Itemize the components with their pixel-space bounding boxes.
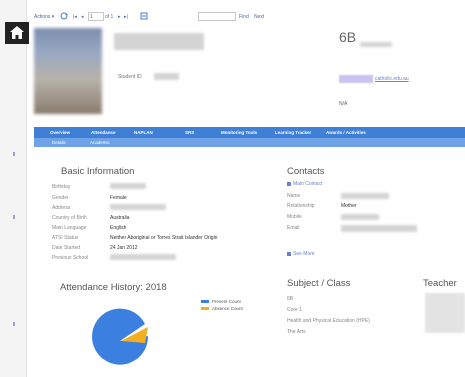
next-page-button[interactable]: ▸: [118, 14, 121, 20]
first-page-button[interactable]: |◂: [73, 14, 77, 20]
tab-srs[interactable]: SRS: [185, 130, 194, 135]
contact-name-redacted: [341, 193, 389, 199]
legend-present-label: Present Count: [212, 299, 241, 304]
sidebar-marker: [13, 322, 15, 326]
mobile-redacted: [341, 214, 379, 220]
email-label: Email: [287, 225, 300, 231]
export-icon[interactable]: [140, 12, 148, 22]
main-contact-link[interactable]: Main Contact: [293, 181, 322, 187]
home-button[interactable]: [5, 22, 29, 44]
student-photo: [34, 28, 102, 114]
legend-absence-label: Absence Count: [212, 306, 243, 311]
contact-card-icon: [287, 182, 291, 186]
home-icon: [10, 26, 24, 39]
subject-item: Core 1: [287, 307, 303, 313]
attendance-pie-chart: [92, 308, 149, 365]
class-detail-redacted: [360, 42, 392, 47]
attendance-title: Attendance History: 2018: [60, 282, 167, 293]
language-value: English: [110, 225, 127, 231]
date-started-value: 24 Jan 2012: [110, 245, 138, 251]
gender-value: Female: [110, 195, 127, 201]
previous-school-redacted: [110, 254, 176, 260]
class-name: 6B: [339, 29, 357, 45]
subject-item: 6B: [287, 296, 294, 302]
email-redacted: [339, 75, 373, 83]
find-link[interactable]: Find: [239, 14, 249, 20]
tab-awards-activities[interactable]: Awards / Activities: [326, 130, 366, 135]
student-id-label: Student ID: [118, 74, 142, 80]
see-more-icon: [287, 252, 291, 256]
sub-nav-bar: Details Academic: [34, 138, 465, 147]
address-label: Address: [52, 205, 71, 211]
teacher-title: Teacher: [423, 278, 457, 289]
contacts-title: Contacts: [287, 166, 325, 177]
tab-monitoring-tools[interactable]: Monitoring Tools: [221, 130, 257, 135]
date-started-label: Date Started: [52, 245, 81, 251]
sidebar-marker: [13, 152, 15, 156]
subject-item: The Arts: [287, 329, 306, 335]
legend-swatch-absence: [201, 307, 209, 310]
subject-item: Health and Physical Education (HPE): [287, 318, 370, 324]
sidebar-marker: [13, 215, 15, 219]
birthday-redacted: [110, 183, 146, 189]
find-next-link[interactable]: Next: [254, 14, 264, 20]
subject-class-title: Subject / Class: [287, 278, 351, 289]
tab-learning-tracker[interactable]: Learning Tracker: [275, 130, 311, 135]
subtab-academic[interactable]: Academic: [90, 140, 110, 145]
page-number-value: 1: [90, 14, 93, 20]
address-redacted: [110, 204, 166, 210]
contact-name-label: Name: [287, 193, 301, 199]
refresh-icon[interactable]: [60, 12, 68, 22]
main-nav-bar: Overview Attendance NAPLAN SRS Monitorin…: [34, 127, 465, 138]
country-value: Australia: [110, 215, 130, 221]
email-link[interactable]: catholic.edu.au: [375, 76, 409, 82]
legend-swatch-present: [201, 300, 209, 303]
last-page-button[interactable]: ▸|: [124, 14, 128, 20]
gender-label: Gender: [52, 195, 69, 201]
language-label: Main Language: [52, 225, 87, 231]
tab-overview[interactable]: Overview: [50, 130, 70, 135]
country-label: Country of Birth: [52, 215, 87, 221]
mobile-label: Mobile: [287, 214, 302, 220]
actions-menu[interactable]: Actions ▾: [34, 14, 54, 20]
relationship-label: Relationship: [287, 203, 315, 209]
teacher-photo-redacted: [425, 293, 465, 333]
subtab-details[interactable]: Details: [52, 140, 66, 145]
basic-info-title: Basic Information: [61, 166, 135, 177]
page-count: of 1: [105, 14, 114, 20]
atsi-label: ATSI Status: [52, 235, 79, 241]
atsi-value: Neither Aboriginal or Torres Strait Isla…: [110, 235, 218, 241]
student-id-redacted: [154, 73, 179, 80]
relationship-value: Mother: [341, 203, 357, 209]
na-text: N/A: [339, 101, 348, 107]
birthday-label: Birthday: [52, 184, 71, 190]
student-name-redacted: [114, 33, 204, 50]
find-input[interactable]: [198, 12, 236, 21]
report-toolbar: Actions ▾ |◂ ◂ 1 of 1 ▸ ▸| Find Next: [34, 11, 454, 25]
prev-page-button[interactable]: ◂: [81, 14, 84, 20]
contact-email-redacted: [341, 225, 417, 232]
see-more-link[interactable]: See More: [293, 251, 315, 257]
tab-attendance[interactable]: Attendance: [91, 130, 116, 135]
previous-school-label: Previous School: [52, 255, 89, 261]
left-sidebar-strip: [0, 0, 27, 377]
tab-naplan[interactable]: NAPLAN: [134, 130, 153, 135]
